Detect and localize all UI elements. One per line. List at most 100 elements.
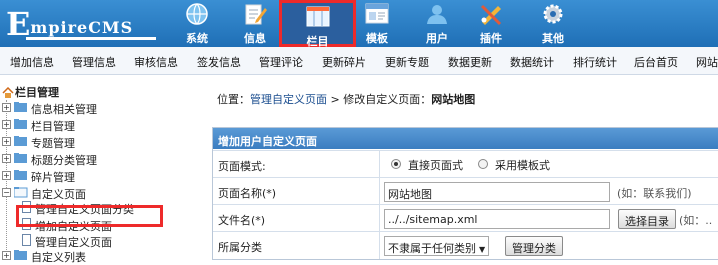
menu-data-stats[interactable]: 数据统计 (510, 54, 554, 70)
choose-directory-button[interactable]: 选择目录 (618, 209, 676, 229)
gear-icon (543, 4, 563, 24)
tree-title-label: 栏目管理 (15, 86, 59, 99)
page-name-hint: (如：联系我们) (617, 187, 692, 200)
menu-review-info[interactable]: 审核信息 (134, 54, 178, 70)
nav-info-label: 信息 (244, 32, 266, 45)
menu-manage-comments[interactable]: 管理评论 (259, 54, 303, 70)
menu-manage-info[interactable]: 管理信息 (72, 54, 116, 70)
nav-columns[interactable]: 栏目 (279, 0, 356, 48)
manage-category-button[interactable]: 管理分类 (505, 236, 563, 256)
nav-system-label: 系统 (186, 32, 208, 45)
menu-data-update[interactable]: 数据更新 (448, 54, 492, 70)
file-name-label: 文件名(*) (218, 214, 266, 227)
file-name-input[interactable]: ../../sitemap.xml (384, 209, 610, 229)
page-mode-label: 页面模式: (218, 160, 266, 173)
nav-system[interactable]: 系统 (170, 0, 224, 47)
mode-template-radio[interactable] (478, 159, 488, 169)
menu-website[interactable]: 网站 (696, 54, 718, 70)
nav-plugin-label: 插件 (480, 32, 502, 45)
menu-update-fragments[interactable]: 更新碎片 (322, 54, 366, 70)
tree-title: 栏目管理 (2, 84, 59, 100)
tree-node-label: 标题分类管理 (31, 154, 97, 167)
home-icon (2, 87, 14, 98)
folder-icon (14, 119, 27, 129)
expand-icon[interactable]: + (2, 171, 11, 180)
menu-admin-home[interactable]: 后台首页 (634, 54, 678, 70)
nav-template[interactable]: 模板 (350, 0, 404, 47)
tree-node-label: 自定义页面 (31, 188, 86, 201)
dropdown-arrow-icon: ▼ (479, 245, 486, 254)
breadcrumb-link[interactable]: 管理自定义页面 (250, 93, 327, 106)
folder-icon (14, 170, 27, 180)
quick-menu-bar: 增加信息 管理信息 审核信息 签发信息 管理评论 更新碎片 更新专题 数据更新 … (0, 47, 718, 75)
custom-page-form: 增加用户自定义页面 页面模式: 直接页面式 采用模板式 页面名称(*) 网站地图… (212, 127, 718, 260)
collapse-icon[interactable]: − (2, 188, 11, 197)
expand-icon[interactable]: + (2, 251, 11, 260)
folder-icon (14, 136, 27, 146)
mode-direct-radio[interactable] (391, 159, 401, 169)
tree-node-manage-custom-page[interactable]: 管理自定义页面 (22, 234, 182, 249)
row-category: 所属分类 不隶属于任何类别 ▼ 管理分类 (213, 231, 718, 259)
menu-rank-stats[interactable]: 排行统计 (573, 54, 617, 70)
expand-icon[interactable]: + (2, 120, 11, 129)
category-label: 所属分类 (218, 241, 262, 254)
tree-node-topic-manage[interactable]: + 专题管理 (2, 135, 182, 150)
plugin-icon (480, 4, 502, 26)
expand-icon[interactable]: + (2, 103, 11, 112)
breadcrumb-sep: > (327, 93, 344, 106)
tree-node-label: 栏目管理 (31, 120, 75, 133)
nav-user[interactable]: 用户 (410, 0, 464, 47)
tree-node-info-related[interactable]: + 信息相关管理 (2, 101, 182, 116)
tree-node-label: 专题管理 (31, 137, 75, 150)
open-folder-icon (14, 187, 28, 198)
row-page-mode: 页面模式: 直接页面式 采用模板式 (213, 150, 718, 178)
template-icon (365, 3, 389, 24)
category-select-value: 不隶属于任何类别 (388, 242, 476, 255)
page-name-input[interactable]: 网站地图 (384, 182, 610, 202)
columns-icon (306, 6, 329, 27)
expand-icon[interactable]: + (2, 137, 11, 146)
tree-node-title-category[interactable]: + 标题分类管理 (2, 152, 182, 167)
user-icon (427, 5, 447, 24)
top-header: EmpireCMS 系统 信息 栏目 模板 用户 插件 其他 (0, 0, 718, 48)
tree-node-custom-page[interactable]: − 自定义页面 (2, 186, 182, 201)
nav-other-label: 其他 (542, 32, 564, 45)
tree-node-label: 自定义列表 (31, 251, 86, 264)
row-page-name: 页面名称(*) 网站地图 (如：联系我们) (213, 177, 718, 205)
nav-template-label: 模板 (366, 32, 388, 45)
mode-template-label[interactable]: 采用模板式 (495, 157, 550, 173)
menu-add-info[interactable]: 增加信息 (10, 54, 54, 70)
tree-node-label: 碎片管理 (31, 171, 75, 184)
logo-text: mpireCMS (30, 18, 134, 37)
menu-sign-info[interactable]: 签发信息 (197, 54, 241, 70)
page-name-label: 页面名称(*) (218, 187, 277, 200)
expand-icon[interactable]: + (2, 154, 11, 163)
mode-direct-label[interactable]: 直接页面式 (408, 157, 463, 173)
nav-user-label: 用户 (426, 32, 448, 45)
logo-underline (26, 37, 156, 40)
globe-icon (186, 3, 208, 25)
file-name-hint: (如：.. (679, 214, 713, 227)
breadcrumb-mid: 修改自定义页面： (343, 93, 432, 106)
nav-other[interactable]: 其他 (526, 0, 580, 47)
nav-info[interactable]: 信息 (228, 0, 282, 47)
tree-node-custom-list[interactable]: + 自定义列表 (2, 249, 182, 264)
logo-letter: E (6, 5, 31, 43)
tree-node-label: 信息相关管理 (31, 103, 97, 116)
edit-icon (245, 4, 267, 25)
menu-update-topics[interactable]: 更新专题 (385, 54, 429, 70)
breadcrumb-current: 网站地图 (431, 93, 476, 106)
folder-icon (14, 153, 27, 163)
category-select[interactable]: 不隶属于任何类别 ▼ (384, 236, 490, 256)
tree-node-column-manage[interactable]: + 栏目管理 (2, 118, 182, 133)
empirecms-logo[interactable]: EmpireCMS (6, 5, 156, 43)
form-title: 增加用户自定义页面 (213, 128, 718, 149)
row-file-name: 文件名(*) ../../sitemap.xml 选择目录 (如：.. (213, 204, 718, 232)
breadcrumb: 位置：管理自定义页面 > 修改自定义页面：网站地图 (217, 91, 475, 107)
page-icon (22, 234, 31, 246)
tree-node-label: 管理自定义页面 (35, 236, 112, 249)
nav-plugin[interactable]: 插件 (464, 0, 518, 47)
column-tree: 栏目管理 + 信息相关管理 + 栏目管理 + 专题管理 + 标题分类管理 + 碎… (0, 82, 184, 264)
folder-icon (14, 250, 27, 260)
tree-node-fragment-manage[interactable]: + 碎片管理 (2, 169, 182, 184)
